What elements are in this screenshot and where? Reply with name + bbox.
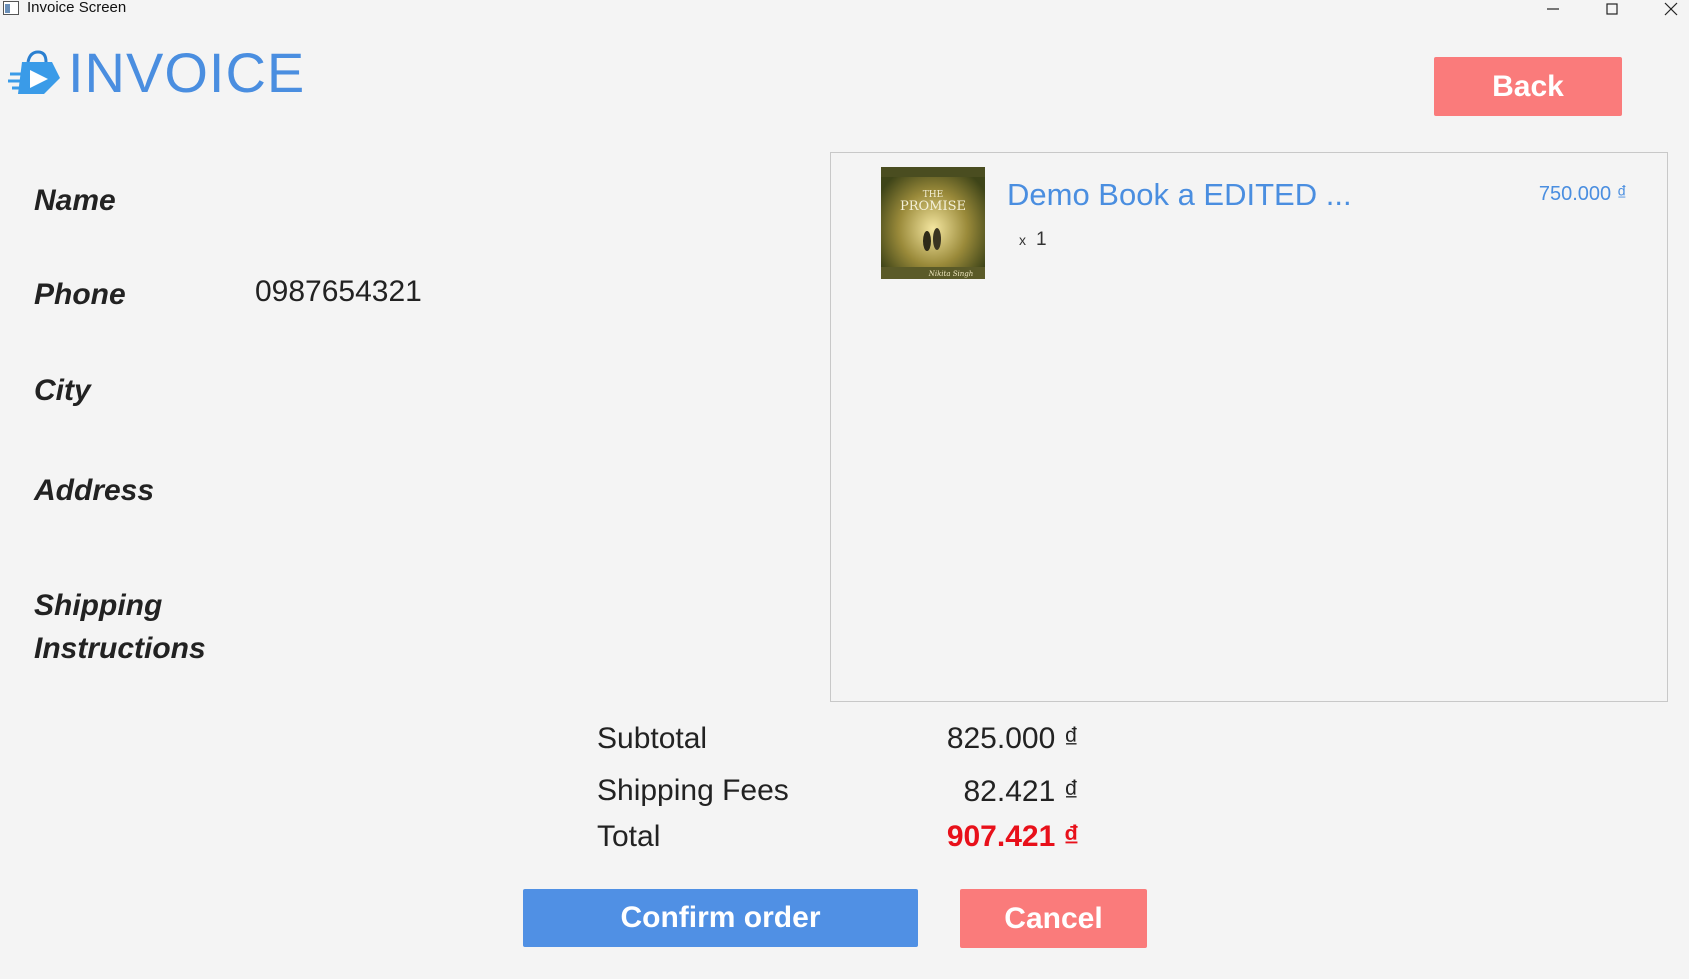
svg-text:PROMISE: PROMISE	[900, 199, 966, 214]
subtotal-value: 825.000 ₫	[946, 722, 1079, 755]
address-label: Address	[34, 474, 155, 507]
cart-item-quantity: x1	[1019, 229, 1047, 251]
cart-item-name[interactable]: Demo Book a EDITED ...	[1007, 177, 1352, 213]
quantity-value: 1	[1036, 229, 1047, 250]
total-value: 907.421 ₫	[946, 820, 1079, 853]
shipping-instructions-label-line2: Instructions	[34, 632, 206, 665]
window-titlebar: Invoice Screen	[0, 0, 1689, 18]
cart-item-price: 750.000 ₫	[1538, 183, 1627, 205]
cart-item[interactable]: THE PROMISE Nikita Singh Demo Book a EDI…	[831, 153, 1667, 293]
app-icon	[3, 1, 19, 15]
shipping-instructions-label: Shipping Instructions	[34, 584, 206, 670]
shopping-bag-logo-icon	[8, 50, 60, 94]
shipping-instructions-label-line1: Shipping	[34, 589, 163, 622]
page-title: INVOICE	[68, 41, 306, 104]
minimize-button[interactable]	[1538, 0, 1568, 18]
shipping-fees-label: Shipping Fees	[597, 774, 789, 807]
phone-value: 0987654321	[255, 275, 422, 308]
quantity-prefix: x	[1019, 232, 1026, 248]
cart-items-panel[interactable]: THE PROMISE Nikita Singh Demo Book a EDI…	[830, 152, 1668, 702]
close-icon	[1664, 2, 1678, 16]
confirm-order-button[interactable]: Confirm order	[523, 889, 918, 947]
back-button[interactable]: Back	[1434, 57, 1622, 116]
subtotal-label: Subtotal	[597, 722, 708, 755]
book-cover-image: THE PROMISE Nikita Singh	[881, 167, 985, 279]
maximize-button[interactable]	[1597, 0, 1627, 18]
svg-text:Nikita Singh: Nikita Singh	[928, 270, 974, 278]
cancel-button[interactable]: Cancel	[960, 889, 1147, 948]
minimize-icon	[1547, 8, 1559, 10]
close-window-button[interactable]	[1656, 0, 1686, 18]
total-label: Total	[597, 820, 661, 853]
name-label: Name	[34, 184, 116, 217]
phone-label: Phone	[34, 278, 126, 311]
shipping-fees-value: 82.421 ₫	[963, 775, 1080, 808]
city-label: City	[34, 374, 91, 407]
maximize-icon	[1606, 3, 1618, 15]
window-title: Invoice Screen	[27, 0, 127, 16]
